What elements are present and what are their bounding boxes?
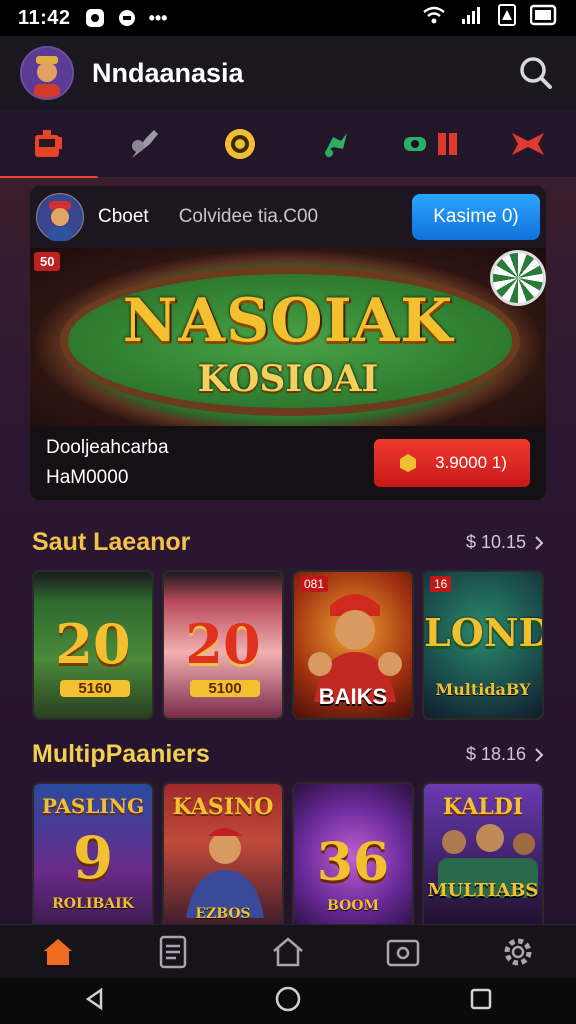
game-tile-sub: EZBOS [195,906,251,922]
section-header-1: Saut Laeanor $ 10.15 [32,528,544,557]
back-icon[interactable] [83,987,107,1016]
game-tile[interactable]: 20 5100 [162,570,284,720]
game-tile-label: LOND [424,610,544,655]
featured-header: Cboet Colvidee tia.C00 Kasime 0) [30,186,546,248]
category-coin[interactable] [210,114,270,174]
coin-icon [225,128,255,159]
game-tile[interactable]: 081 BAIKS [292,570,414,720]
game-tile-label: KASINO [172,794,274,820]
play-button-label: 3.9000 1) [435,453,507,472]
see-all-1-label: $ 10.15 [465,532,526,552]
game-tile-number: 9 [72,824,114,892]
sim-icon [498,4,516,32]
app-header: Nndaanasia [0,36,576,110]
wifi-icon [422,5,446,31]
system-nav [0,978,576,1024]
nav-house[interactable] [268,932,308,972]
host-name: Cboet [98,206,149,227]
game-tile-badge: 16 [430,576,452,592]
ticket-icon [400,454,417,472]
game-tile[interactable]: 20 5160 [32,570,154,720]
user-avatar[interactable] [20,46,74,100]
featured-line-1: Dooljeahcarba [46,437,169,458]
home-icon [43,938,72,965]
featured-logo-sub: KOSIOAI [197,358,379,400]
category-table[interactable] [114,114,174,174]
category-slots[interactable] [0,114,98,180]
game-tile[interactable]: KASINO EZBOS [162,782,284,924]
game-row-2: PASLING 9 ROLIBAIK KASINO EZBOS 36 BOOM … [32,782,548,924]
game-tile-sub: BOOM [327,898,379,914]
category-cards[interactable] [402,114,462,174]
circle-icon [117,8,137,28]
game-tile-label: BAIKS [318,684,388,709]
game-tile-label: PASLING [41,794,145,818]
game-tile-sub: ROLIBAIK [52,896,134,912]
more-icon: ••• [148,7,168,28]
game-tile[interactable]: 36 BOOM [292,782,414,924]
nav-wallet[interactable] [383,932,423,972]
featured-banner[interactable]: 50 NASOIAK KOSIOAI [30,248,546,426]
main-content: Cboet Colvidee tia.C00 Kasime 0) 50 NASO… [0,178,576,924]
host-status: Colvidee tia.C00 [178,206,319,227]
featured-line-2: HaM0000 [46,467,129,488]
section-header-2: MultipPaaniers $ 18.16 [32,740,544,769]
bonus-icon [512,132,544,155]
game-tile-sub: MultidaBY [435,680,531,699]
chevron-right-icon [535,535,544,550]
game-tile-sub: 5100 [190,680,260,697]
category-live[interactable] [306,114,366,174]
document-icon [159,935,187,968]
see-all-1[interactable]: $ 10.15 [466,532,544,553]
section-title-2: MultipPaaniers [32,740,210,768]
nav-home[interactable] [38,932,78,972]
status-time: 11:42 [18,6,71,29]
recents-icon[interactable] [469,987,493,1016]
game-tile[interactable]: PASLING 9 ROLIBAIK [32,782,154,924]
see-all-2-label: $ 18.16 [465,744,526,764]
game-tile-label: 20 [55,612,131,676]
club-icon [132,129,158,158]
notification-icon [85,8,105,28]
see-all-2[interactable]: $ 18.16 [466,744,544,765]
battery-icon [529,4,558,32]
bottom-nav [0,924,576,978]
game-tile[interactable]: 16 LOND MultidaBY [422,570,544,720]
app-title: Nndaanasia [92,57,244,88]
search-icon[interactable] [516,53,556,93]
cards-icon [404,132,457,155]
category-bonus[interactable] [498,114,558,174]
status-bar: 11:42 ••• [0,0,576,36]
game-tile-label: 20 [185,612,261,676]
game-row-1: 20 5160 20 5100 081 BAIKS 16 LOND Multid… [32,570,548,720]
game-tile-label: KALDI [442,794,524,820]
signal-icon [460,5,484,31]
slot-machine-icon [35,129,62,157]
nav-list[interactable] [153,932,193,972]
section-title-1: Saut Laeanor [32,528,191,556]
nav-settings[interactable] [498,932,538,972]
join-button[interactable]: Kasime 0) [412,194,540,240]
host-avatar [36,193,84,241]
house-outline-icon [273,936,303,966]
wallet-icon [386,939,420,966]
game-tile-sub: MULTIABS [427,880,539,901]
chevron-right-icon [535,747,544,762]
featured-card[interactable]: Cboet Colvidee tia.C00 Kasime 0) 50 NASO… [30,186,546,500]
home-circle-icon[interactable] [274,985,302,1018]
live-icon [325,132,347,157]
play-button[interactable]: 3.9000 1) [374,439,530,487]
category-bar [0,110,576,180]
featured-logo: NASOIAK [122,286,454,356]
featured-badge: 50 [34,252,61,271]
featured-footer: Dooljeahcarba HaM0000 3.9000 1) [30,426,546,500]
game-tile[interactable]: KALDI MULTIABS [422,782,544,924]
settings-icon [504,938,532,965]
game-tile-label: 36 [316,832,390,893]
game-tile-sub: 5160 [60,680,130,697]
